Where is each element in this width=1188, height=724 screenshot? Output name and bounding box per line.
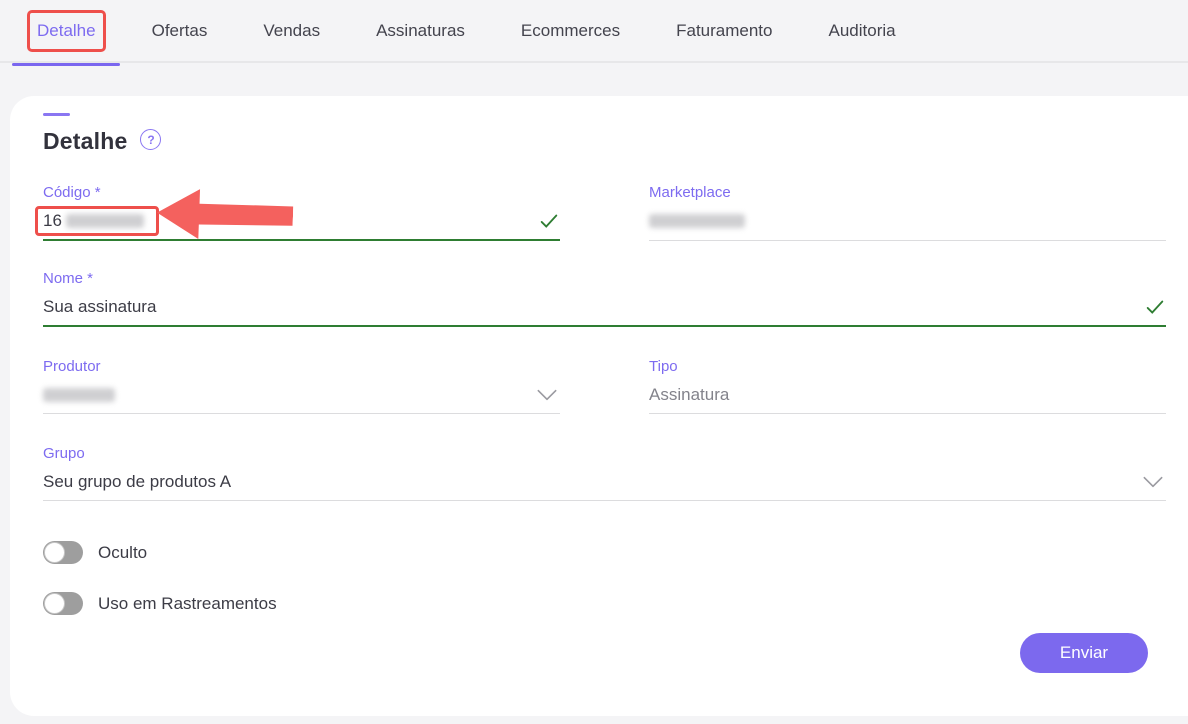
section-accent-dash bbox=[43, 113, 70, 116]
tipo-value-text: Assinatura bbox=[649, 385, 729, 405]
page-title: Detalhe bbox=[43, 128, 127, 155]
produtor-label: Produtor bbox=[43, 357, 560, 377]
oculto-label: Oculto bbox=[98, 543, 147, 563]
tab-ofertas[interactable]: Ofertas bbox=[152, 17, 208, 45]
annotation-box-codigo-value: 16 bbox=[35, 206, 159, 236]
field-marketplace: Marketplace bbox=[649, 183, 1166, 241]
field-tipo: Tipo Assinatura bbox=[649, 357, 1166, 414]
nome-input[interactable]: Sua assinatura bbox=[43, 295, 1166, 325]
field-codigo: Código * 16 bbox=[43, 183, 560, 241]
help-icon[interactable]: ? bbox=[140, 129, 161, 150]
marketplace-label: Marketplace bbox=[649, 183, 1166, 203]
valid-check-icon bbox=[538, 210, 560, 232]
grupo-select[interactable]: Seu grupo de produtos A bbox=[43, 470, 1166, 500]
field-produtor: Produtor bbox=[43, 357, 560, 414]
field-grupo: Grupo Seu grupo de produtos A bbox=[43, 444, 1166, 501]
tab-vendas[interactable]: Vendas bbox=[263, 17, 320, 45]
redacted-marketplace-blur bbox=[649, 214, 745, 228]
tab-ecommerces[interactable]: Ecommerces bbox=[521, 17, 620, 45]
toggle-knob bbox=[44, 542, 65, 563]
tab-assinaturas[interactable]: Assinaturas bbox=[376, 17, 465, 45]
nome-value: Sua assinatura bbox=[43, 297, 156, 317]
codigo-value: 16 bbox=[43, 211, 62, 231]
submit-button[interactable]: Enviar bbox=[1020, 633, 1148, 673]
toggle-row-rastreamentos: Uso em Rastreamentos bbox=[43, 592, 1166, 615]
redacted-produtor-blur bbox=[43, 388, 115, 402]
redacted-codigo-blur bbox=[66, 214, 144, 228]
grupo-value: Seu grupo de produtos A bbox=[43, 472, 231, 492]
tab-bar: Detalhe Ofertas Vendas Assinaturas Ecomm… bbox=[0, 0, 1188, 63]
codigo-input[interactable]: 16 bbox=[43, 209, 560, 239]
grupo-label: Grupo bbox=[43, 444, 1166, 464]
chevron-down-icon[interactable] bbox=[1140, 469, 1166, 495]
toggle-row-oculto: Oculto bbox=[43, 541, 1166, 564]
oculto-toggle[interactable] bbox=[43, 541, 83, 564]
nome-label: Nome * bbox=[43, 269, 1166, 289]
tipo-label: Tipo bbox=[649, 357, 1166, 377]
codigo-label: Código * bbox=[43, 183, 560, 203]
chevron-down-icon[interactable] bbox=[534, 382, 560, 408]
tipo-value: Assinatura bbox=[649, 383, 1166, 413]
form-footer: Enviar bbox=[43, 633, 1166, 673]
marketplace-value bbox=[649, 209, 1166, 239]
rastreamentos-toggle[interactable] bbox=[43, 592, 83, 615]
detail-card: Detalhe ? Código * 16 Marketplace Nome bbox=[10, 96, 1188, 716]
field-nome: Nome * Sua assinatura bbox=[43, 269, 1166, 327]
toggle-knob bbox=[44, 593, 65, 614]
rastreamentos-label: Uso em Rastreamentos bbox=[98, 594, 277, 614]
tab-detalhe-label: Detalhe bbox=[37, 21, 96, 40]
produtor-select[interactable] bbox=[43, 383, 560, 413]
tab-detalhe[interactable]: Detalhe bbox=[37, 17, 96, 45]
valid-check-icon bbox=[1144, 296, 1166, 318]
tab-auditoria[interactable]: Auditoria bbox=[829, 17, 896, 45]
active-tab-indicator bbox=[12, 63, 120, 66]
tab-faturamento[interactable]: Faturamento bbox=[676, 17, 772, 45]
